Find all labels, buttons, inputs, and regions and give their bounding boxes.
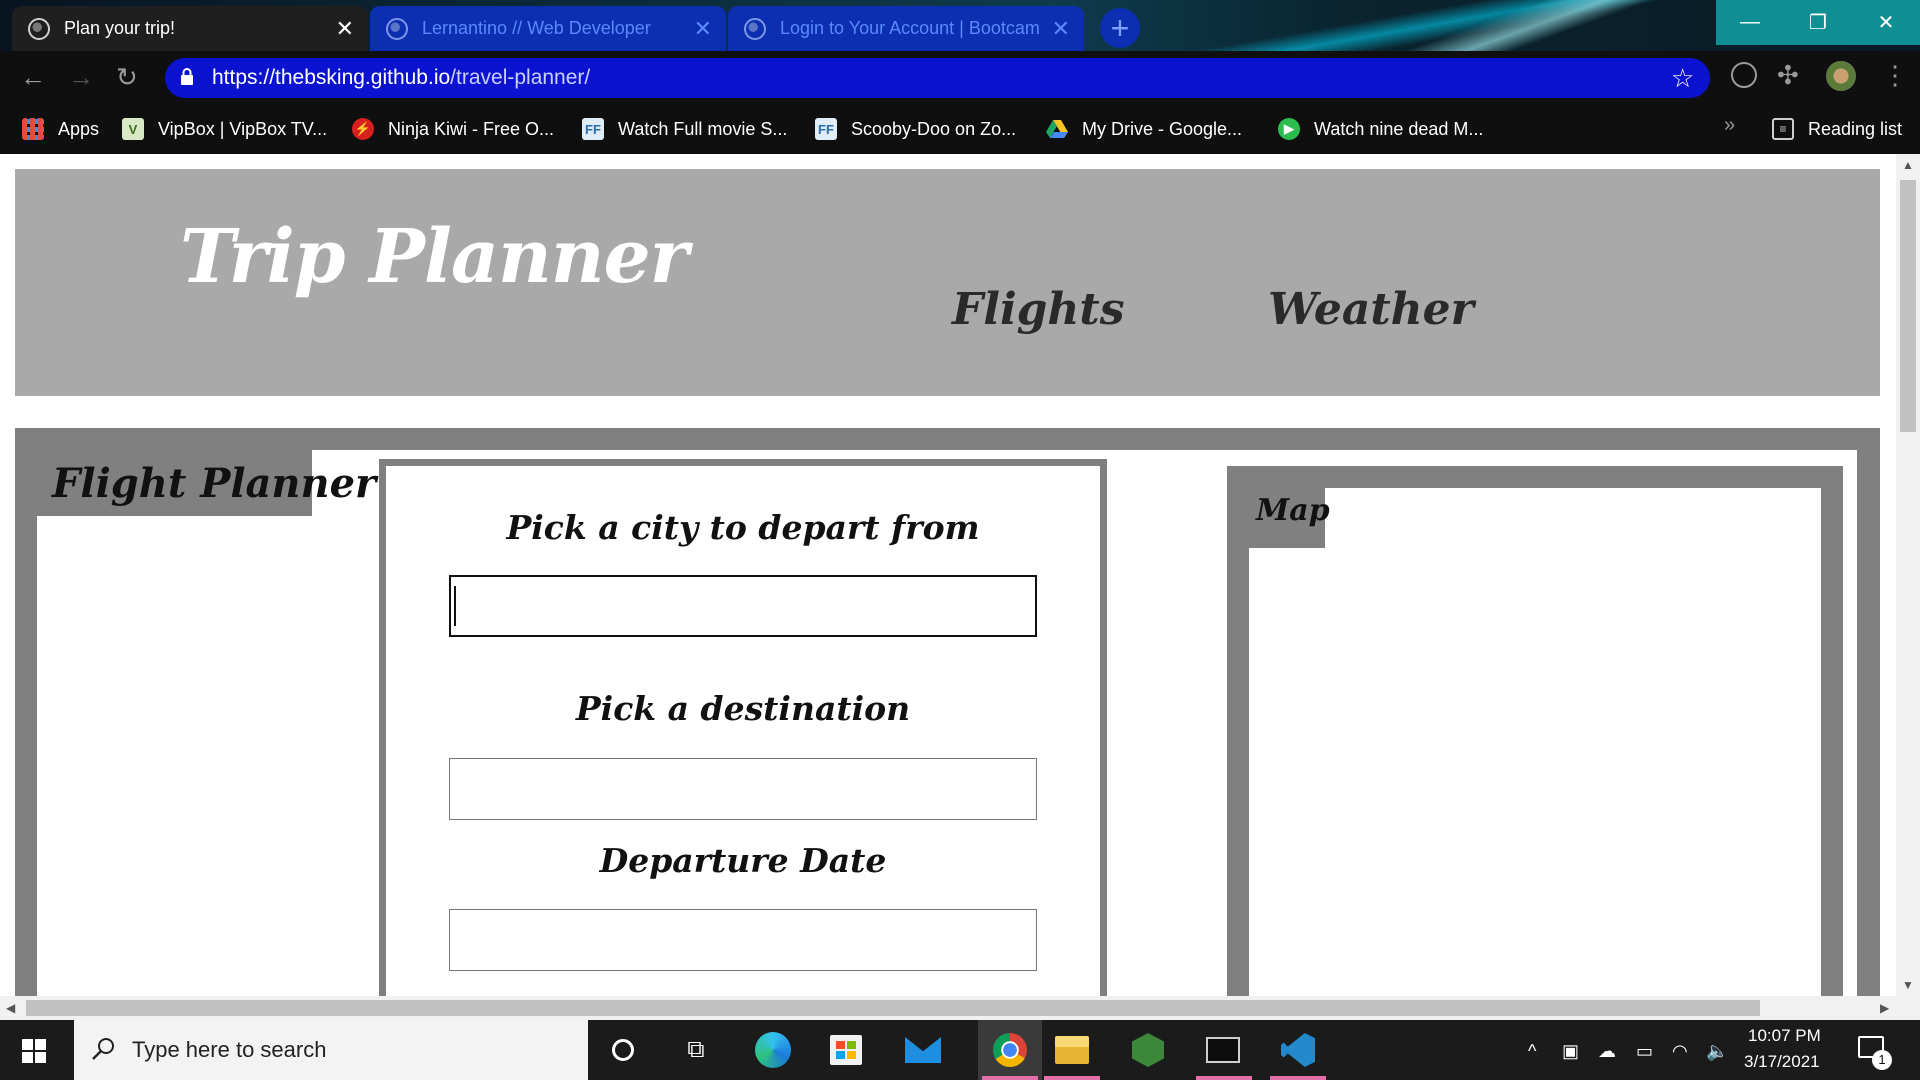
chrome-icon[interactable] [978, 1020, 1042, 1080]
cortana-icon[interactable] [603, 1030, 643, 1070]
tab-title: Login to Your Account | Bootcam [780, 18, 1040, 38]
depart-city-input[interactable] [449, 575, 1037, 637]
bookmark-star-icon[interactable]: ☆ [1671, 63, 1694, 94]
extension-icon[interactable] [1731, 62, 1757, 88]
bookmark-google-drive[interactable]: My Drive - Google... [1046, 115, 1242, 143]
mail-icon[interactable] [903, 1030, 943, 1070]
bookmark-label: Watch nine dead M... [1314, 118, 1484, 139]
nav-link-weather[interactable]: Weather [1268, 284, 1474, 335]
map-container[interactable] [1249, 488, 1821, 996]
forward-arrow-icon[interactable]: → [68, 62, 94, 93]
windows-start-icon[interactable] [22, 1039, 46, 1063]
scroll-left-arrow-icon[interactable]: ◀ [6, 1001, 15, 1015]
bookmark-label: Ninja Kiwi - Free O... [388, 118, 555, 139]
bookmark-vipbox[interactable]: V VipBox | VipBox TV... [122, 115, 327, 143]
destination-label: Pick a destination [575, 689, 911, 728]
notification-count-badge: 1 [1872, 1050, 1892, 1070]
movie-play-icon: ▶ [1278, 118, 1300, 140]
depart-city-label: Pick a city to depart from [506, 508, 980, 547]
meet-now-icon[interactable]: ▣ [1562, 1041, 1579, 1062]
bookmark-label: Watch Full movie S... [618, 118, 788, 139]
globe-icon [28, 17, 50, 40]
taskbar-search-placeholder: Type here to search [132, 1037, 327, 1062]
bookmark-label: Scooby-Doo on Zo... [851, 118, 1017, 139]
back-arrow-icon[interactable]: ← [20, 62, 46, 93]
restore-button[interactable]: ❐ [1784, 0, 1852, 45]
wifi-icon[interactable]: ◠ [1672, 1041, 1688, 1062]
onedrive-cloud-icon[interactable]: ☁ [1598, 1041, 1616, 1062]
battery-icon[interactable]: ▭ [1636, 1041, 1653, 1062]
close-window-button[interactable]: ✕ [1852, 0, 1920, 45]
task-view-icon[interactable]: ⧉ [676, 1030, 716, 1070]
bookmark-scooby-doo[interactable]: FF Scooby-Doo on Zo... [815, 115, 1016, 143]
apps-grid-icon [22, 118, 44, 140]
bookmark-label: My Drive - Google... [1082, 118, 1243, 139]
scroll-up-arrow-icon[interactable]: ▲ [1902, 158, 1914, 172]
kebab-menu-icon[interactable]: ⋮ [1882, 60, 1908, 91]
terminal-active-indicator [1196, 1076, 1252, 1080]
node-icon[interactable] [1128, 1030, 1168, 1070]
tab-title: Lernantino // Web Developer [422, 18, 651, 38]
url-path: /travel-planner/ [450, 66, 591, 89]
scroll-down-arrow-icon[interactable]: ▼ [1902, 978, 1914, 992]
vipbox-icon: V [122, 118, 144, 140]
movie-site-icon: FF [815, 118, 837, 140]
profile-avatar[interactable] [1826, 61, 1856, 91]
vscode-icon[interactable] [1278, 1030, 1318, 1070]
bookmark-ninja-kiwi[interactable]: ⚡ Ninja Kiwi - Free O... [352, 115, 554, 143]
clock-date[interactable]: 3/17/2021 [1744, 1052, 1820, 1072]
tab-bootcamp-login[interactable]: Login to Your Account | Bootcam ✕ [728, 6, 1084, 51]
url-host: https://thebsking.github.io [212, 66, 451, 89]
url-text: https://thebsking.github.io/travel-plann… [212, 66, 590, 90]
flight-planner-title: Flight Planner [52, 460, 377, 507]
nav-link-flights[interactable]: Flights [952, 284, 1125, 335]
explorer-active-indicator [1044, 1076, 1100, 1080]
tab-plan-your-trip[interactable]: Plan your trip! ✕ [12, 6, 368, 51]
destination-input[interactable] [449, 758, 1037, 820]
ninja-kiwi-icon: ⚡ [352, 118, 374, 140]
globe-icon [386, 17, 408, 40]
lock-icon [181, 68, 193, 85]
close-tab-icon[interactable]: ✕ [336, 16, 354, 42]
google-drive-icon [1046, 120, 1068, 138]
puzzle-extensions-icon[interactable]: ✣ [1777, 60, 1799, 91]
reload-icon[interactable]: ↻ [116, 62, 138, 93]
close-tab-icon[interactable]: ✕ [1052, 16, 1070, 42]
search-icon [92, 1038, 114, 1060]
web-page: Trip Planner Flights Weather Flight Plan… [0, 154, 1896, 996]
minimize-button[interactable]: — [1716, 0, 1784, 45]
vscode-active-indicator [1270, 1076, 1326, 1080]
chrome-active-indicator [982, 1076, 1038, 1080]
bookmark-watch-nine-dead[interactable]: ▶ Watch nine dead M... [1278, 115, 1483, 143]
globe-icon [744, 17, 766, 40]
reading-list-icon: ≡ [1772, 118, 1794, 140]
map-title: Map [1256, 493, 1330, 528]
more-bookmarks-chevron-icon[interactable]: » [1724, 114, 1735, 137]
tab-lernantino[interactable]: Lernantino // Web Developer ✕ [370, 6, 726, 51]
file-explorer-icon[interactable] [1052, 1030, 1092, 1070]
edge-icon[interactable] [753, 1030, 793, 1070]
movie-site-icon: FF [582, 118, 604, 140]
clock-time[interactable]: 10:07 PM [1748, 1026, 1821, 1046]
volume-icon[interactable]: 🔈 [1706, 1041, 1728, 1062]
reading-list-button[interactable]: ≡ Reading list [1772, 115, 1902, 143]
text-caret [454, 586, 456, 626]
horizontal-scroll-thumb[interactable] [26, 1000, 1760, 1016]
bookmark-label: VipBox | VipBox TV... [158, 118, 328, 139]
reading-list-label: Reading list [1808, 118, 1903, 139]
scroll-right-arrow-icon[interactable]: ▶ [1880, 1001, 1889, 1015]
bookmark-watch-full-movie[interactable]: FF Watch Full movie S... [582, 115, 787, 143]
terminal-icon[interactable] [1203, 1030, 1243, 1070]
departure-date-label: Departure Date [599, 841, 887, 880]
departure-date-input[interactable] [449, 909, 1037, 971]
site-title: Trip Planner [180, 214, 689, 300]
bookmark-label: Apps [58, 118, 100, 139]
vertical-scroll-thumb[interactable] [1900, 180, 1916, 432]
bookmark-apps[interactable]: Apps [22, 115, 99, 143]
new-tab-button[interactable]: + [1100, 8, 1140, 48]
tray-chevron-up-icon[interactable]: ^ [1528, 1041, 1536, 1062]
close-tab-icon[interactable]: ✕ [694, 16, 712, 42]
store-icon[interactable] [826, 1030, 866, 1070]
tab-title: Plan your trip! [64, 18, 176, 38]
